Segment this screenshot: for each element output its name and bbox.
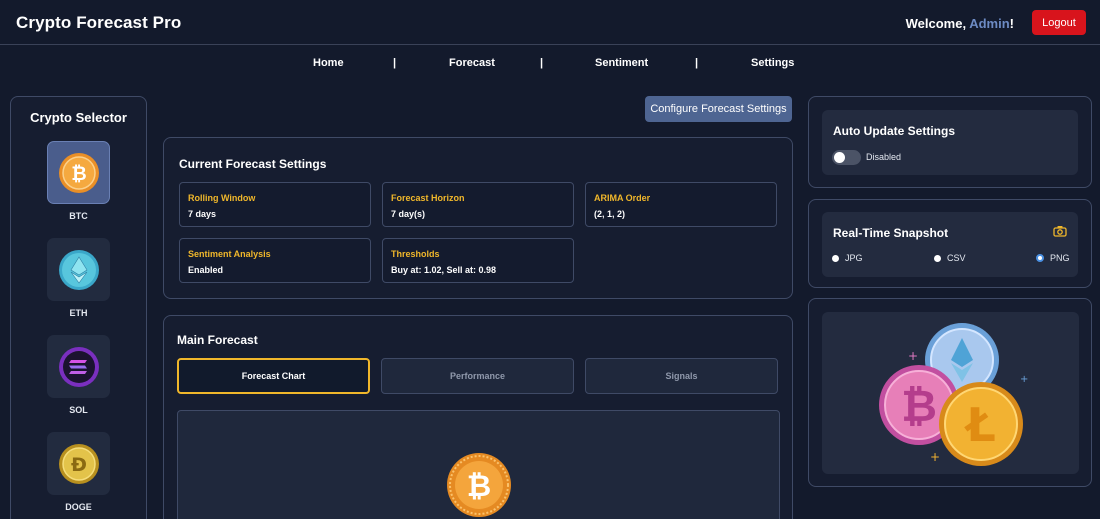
bitcoin-icon: ₿ <box>58 152 99 193</box>
radio-selected-icon <box>1036 254 1044 262</box>
logout-button[interactable]: Logout <box>1032 10 1086 35</box>
format-option-csv[interactable]: CSV <box>934 253 966 263</box>
crypto-selector-panel: Crypto Selector ₿ BTC ETH SOL Ð DOGE <box>10 96 147 519</box>
svg-text:+: + <box>930 450 940 464</box>
nav-separator: | <box>540 57 544 69</box>
nav-sentiment[interactable]: Sentiment <box>595 57 648 69</box>
bitcoin-loading-icon: ₿ <box>447 453 511 517</box>
coin-label-doge: DOGE <box>65 502 92 512</box>
svg-text:Ð: Ð <box>71 454 87 476</box>
auto-update-panel: Auto Update Settings Disabled <box>808 96 1092 188</box>
username: Admin <box>969 16 1010 31</box>
configure-forecast-settings-button[interactable]: Configure Forecast Settings <box>645 96 792 122</box>
setting-card-forecast-horizon: Forecast Horizon 7 day(s) <box>382 182 574 227</box>
coin-btc-button[interactable]: ₿ <box>47 141 110 204</box>
format-label: CSV <box>947 253 966 263</box>
ethereum-icon <box>58 249 99 290</box>
snapshot-title: Real-Time Snapshot <box>833 226 949 240</box>
setting-value: 7 day(s) <box>391 209 426 219</box>
camera-icon[interactable] <box>1053 225 1067 237</box>
current-forecast-settings-panel: Current Forecast Settings Rolling Window… <box>163 137 793 299</box>
svg-text:₿: ₿ <box>71 163 86 185</box>
crypto-coins-illustration: ₿ Ł + + + <box>879 323 1028 466</box>
top-bar: Crypto Forecast Pro Welcome, Admin! Logo… <box>0 0 1100 45</box>
nav-separator: | <box>393 57 397 69</box>
setting-card-sentiment-analysis: Sentiment Analysis Enabled <box>179 238 371 283</box>
format-label: PNG <box>1050 253 1070 263</box>
svg-text:+: + <box>908 349 918 363</box>
setting-card-thresholds: Thresholds Buy at: 1.02, Sell at: 0.98 <box>382 238 574 283</box>
coin-doge-button[interactable]: Ð <box>47 432 110 495</box>
svg-text:+: + <box>1020 374 1028 385</box>
setting-label: Sentiment Analysis <box>188 249 271 259</box>
nav-forecast[interactable]: Forecast <box>449 57 495 69</box>
crypto-illustration-panel: ₿ Ł + + + <box>808 298 1092 487</box>
current-settings-title: Current Forecast Settings <box>179 157 327 171</box>
auto-update-title: Auto Update Settings <box>833 124 955 138</box>
setting-label: Thresholds <box>391 249 440 259</box>
setting-label: Forecast Horizon <box>391 193 465 203</box>
welcome-message: Welcome, Admin! <box>906 16 1014 31</box>
setting-card-rolling-window: Rolling Window 7 days <box>179 182 371 227</box>
app-title: Crypto Forecast Pro <box>16 13 182 32</box>
setting-value: 7 days <box>188 209 217 219</box>
tab-signals[interactable]: Signals <box>585 358 778 394</box>
dogecoin-icon: Ð <box>58 443 99 484</box>
coin-eth-button[interactable] <box>47 238 110 301</box>
welcome-suffix: ! <box>1009 16 1014 31</box>
forecast-chart-area: ₿ <box>177 410 780 519</box>
illustration-box: ₿ Ł + + + <box>822 312 1079 474</box>
coin-sol-button[interactable] <box>47 335 110 398</box>
main-nav: Home | Forecast | Sentiment | Settings <box>0 57 1100 71</box>
crypto-selector-title: Crypto Selector <box>30 110 127 125</box>
setting-value: Buy at: 1.02, Sell at: 0.98 <box>391 265 497 275</box>
svg-text:₿: ₿ <box>467 469 491 504</box>
main-forecast-panel: Main Forecast Forecast Chart Performance… <box>163 315 793 519</box>
snapshot-box: Real-Time Snapshot JPG CSV PNG <box>822 212 1078 277</box>
auto-update-state: Disabled <box>866 152 902 162</box>
svg-text:₿: ₿ <box>901 381 937 432</box>
nav-separator: | <box>695 57 699 69</box>
setting-label: ARIMA Order <box>594 193 651 203</box>
svg-text:Ł: Ł <box>963 398 996 452</box>
coin-label-sol: SOL <box>69 405 88 415</box>
nav-settings[interactable]: Settings <box>751 57 794 69</box>
setting-card-arima-order: ARIMA Order (2, 1, 2) <box>585 182 777 227</box>
welcome-prefix: Welcome, <box>905 16 970 31</box>
format-label: JPG <box>845 253 863 263</box>
auto-update-toggle[interactable] <box>832 150 861 165</box>
radio-icon <box>832 254 839 262</box>
main-forecast-title: Main Forecast <box>177 333 258 347</box>
setting-label: Rolling Window <box>188 193 256 203</box>
format-option-png[interactable]: PNG <box>1036 253 1070 263</box>
tab-performance[interactable]: Performance <box>381 358 574 394</box>
coin-label-btc: BTC <box>69 211 88 221</box>
setting-value: Enabled <box>188 265 224 275</box>
setting-value: (2, 1, 2) <box>594 209 626 219</box>
format-option-jpg[interactable]: JPG <box>832 253 863 263</box>
nav-home[interactable]: Home <box>313 57 344 69</box>
toggle-knob <box>834 152 845 163</box>
auto-update-box: Auto Update Settings Disabled <box>822 110 1078 175</box>
coin-label-eth: ETH <box>69 308 88 318</box>
radio-icon <box>934 254 941 262</box>
tab-forecast-chart[interactable]: Forecast Chart <box>177 358 370 394</box>
snapshot-panel: Real-Time Snapshot JPG CSV PNG <box>808 199 1092 288</box>
solana-icon <box>58 346 99 387</box>
